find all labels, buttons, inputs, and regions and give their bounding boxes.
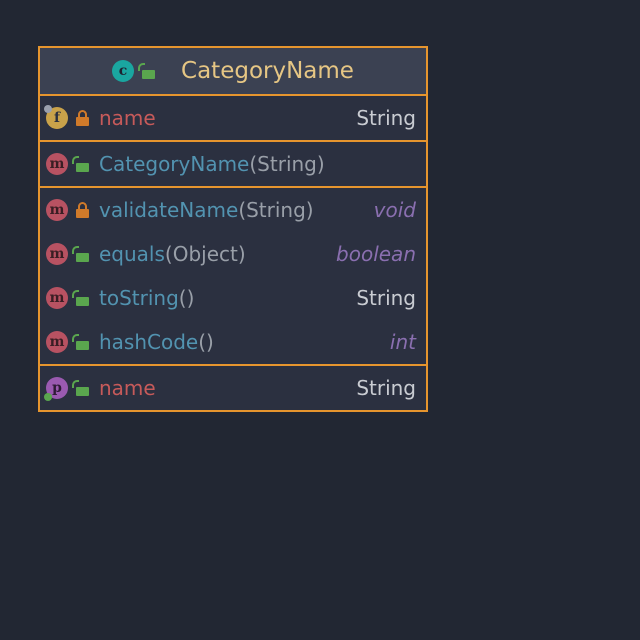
method-return-type: void (374, 198, 416, 222)
property-row[interactable]: p name String (40, 366, 426, 410)
open-lock-icon (76, 290, 89, 306)
method-badge-icon: m (46, 331, 68, 353)
class-kind-icon: c (112, 60, 134, 82)
method-badge-icon: m (46, 199, 68, 221)
method-badge-icon: m (46, 287, 68, 309)
field-row[interactable]: f name String (40, 96, 426, 140)
methods-section: m validateName(String) void m equals(Obj… (40, 186, 426, 364)
class-header: c CategoryName (40, 48, 426, 96)
method-return-type: int (390, 330, 416, 354)
open-lock-icon (76, 380, 89, 396)
fields-section: f name String (40, 96, 426, 140)
constructor-signature: CategoryName(String) (99, 152, 325, 176)
field-name: name (99, 106, 156, 130)
method-row[interactable]: m toString() String (40, 276, 426, 320)
property-name: name (99, 376, 156, 400)
method-signature: validateName(String) (99, 198, 314, 222)
method-row[interactable]: m validateName(String) void (40, 188, 426, 232)
open-lock-icon (76, 246, 89, 262)
class-header-icons: c (112, 60, 165, 82)
decorator-dot-icon (44, 105, 52, 113)
method-return-type: String (356, 286, 416, 310)
lock-icon (76, 202, 89, 218)
property-type: String (356, 376, 416, 400)
method-signature: equals(Object) (99, 242, 246, 266)
open-lock-icon (142, 63, 155, 79)
method-badge-icon: m (46, 153, 68, 175)
open-lock-icon (76, 334, 89, 350)
method-row[interactable]: m equals(Object) boolean (40, 232, 426, 276)
method-return-type: boolean (336, 242, 416, 266)
open-lock-icon (76, 156, 89, 172)
method-signature: hashCode() (99, 330, 214, 354)
field-badge-icon: f (46, 107, 68, 129)
method-row[interactable]: m hashCode() int (40, 320, 426, 364)
class-diagram-card: c CategoryName f name String m CategoryN… (38, 46, 428, 412)
method-signature: toString() (99, 286, 194, 310)
properties-section: p name String (40, 364, 426, 410)
method-badge-icon: m (46, 243, 68, 265)
constructors-section: m CategoryName(String) (40, 140, 426, 186)
constructor-row[interactable]: m CategoryName(String) (40, 142, 426, 186)
decorator-dot-icon (44, 393, 52, 401)
property-badge-icon: p (46, 377, 68, 399)
class-name: CategoryName (181, 58, 354, 84)
field-type: String (356, 106, 416, 130)
lock-icon (76, 110, 89, 126)
